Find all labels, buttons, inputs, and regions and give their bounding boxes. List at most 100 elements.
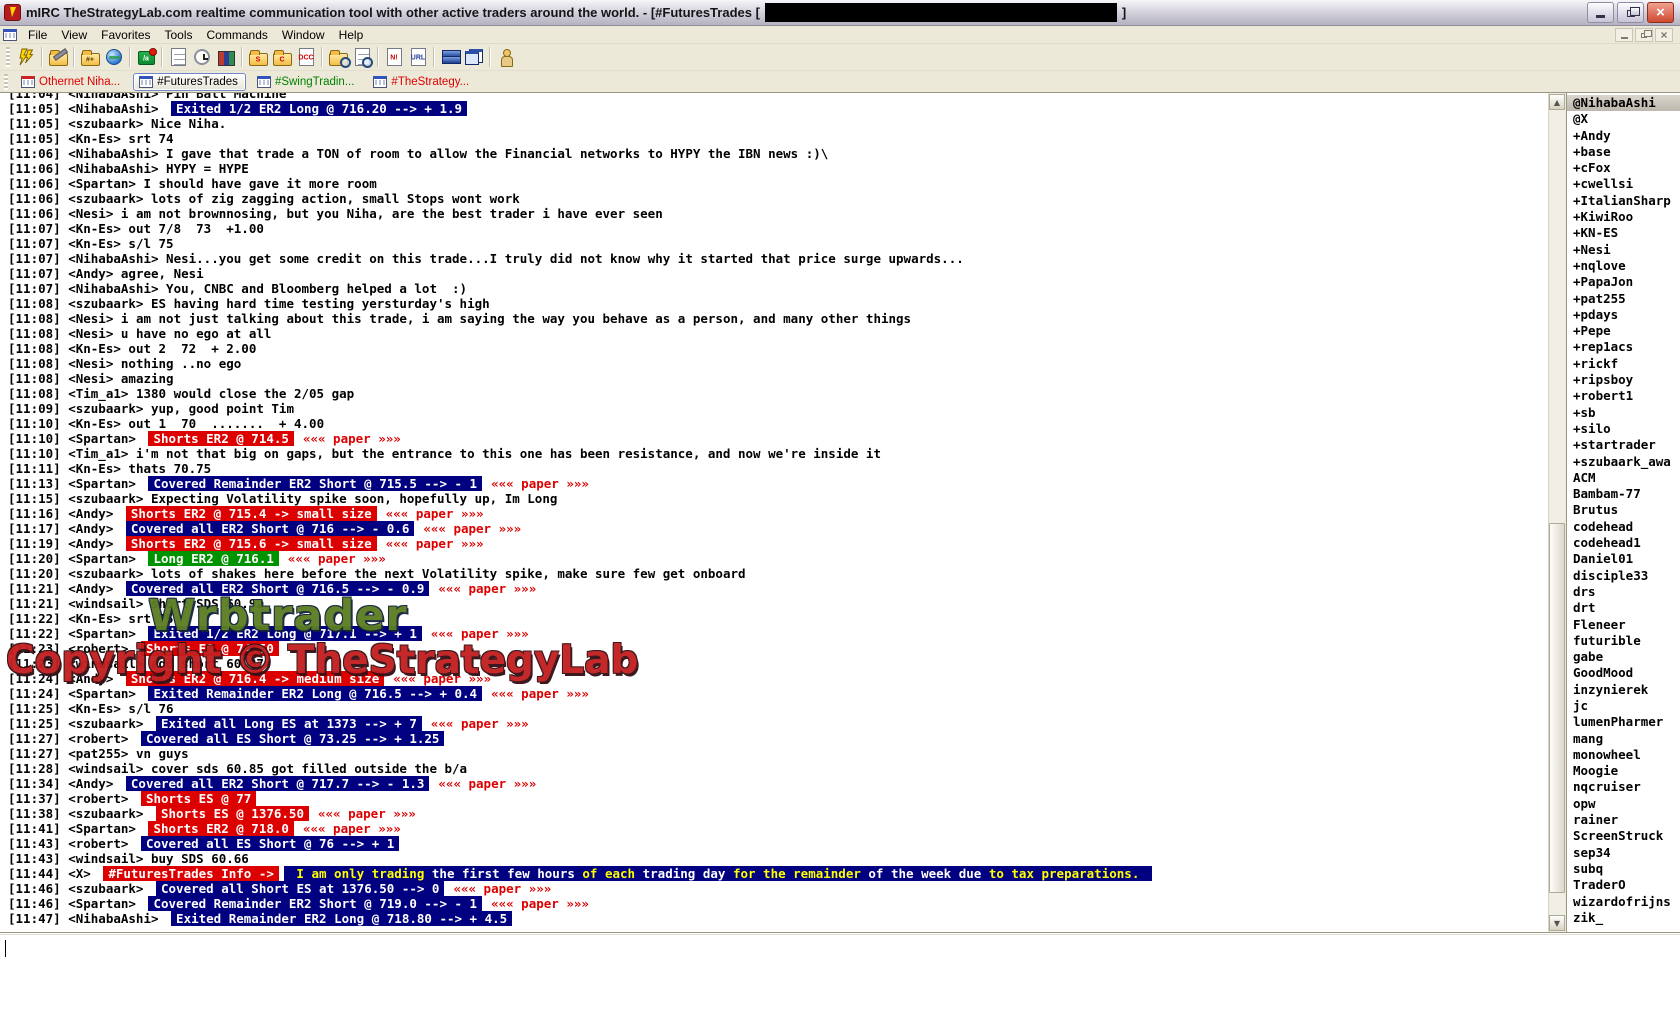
- nick--pdays[interactable]: +pdays: [1567, 307, 1680, 323]
- menu-commands[interactable]: Commands: [200, 27, 275, 43]
- nick--kn-es[interactable]: +KN-ES: [1567, 225, 1680, 241]
- menu-file[interactable]: File: [21, 27, 54, 43]
- nick-futurible[interactable]: futurible: [1567, 633, 1680, 649]
- nick--startrader[interactable]: +startrader: [1567, 437, 1680, 453]
- script-editor-icon: /a: [138, 51, 155, 65]
- nick-moogie[interactable]: Moogie: [1567, 763, 1680, 779]
- tile-windows-icon[interactable]: [462, 46, 486, 69]
- nick-opw[interactable]: opw: [1567, 796, 1680, 812]
- scroll-down-button[interactable]: ▼: [1549, 915, 1565, 931]
- toolbar-grip[interactable]: [6, 47, 10, 67]
- tile-windows-icon: [465, 49, 483, 65]
- cascade-windows-icon[interactable]: [438, 46, 462, 69]
- nick-list[interactable]: @NihabaAshi@X+Andy+base+cFox+cwellsi+Ita…: [1566, 93, 1680, 932]
- mdi-restore-button[interactable]: [1635, 28, 1653, 42]
- nick-rainer[interactable]: rainer: [1567, 812, 1680, 828]
- nick-gabe[interactable]: gabe: [1567, 649, 1680, 665]
- restore-button[interactable]: [1617, 2, 1644, 23]
- nick--ripsboy[interactable]: +ripsboy: [1567, 372, 1680, 388]
- nick--kiwiroo[interactable]: +KiwiRoo: [1567, 209, 1680, 225]
- nick-monowheel[interactable]: monowheel: [1567, 747, 1680, 763]
- mdi-minimize-button[interactable]: [1615, 28, 1633, 42]
- minimize-button[interactable]: [1587, 2, 1614, 23]
- options-icon[interactable]: [46, 46, 70, 69]
- nick-zik-[interactable]: zik_: [1567, 910, 1680, 926]
- nick-codehead[interactable]: codehead: [1567, 519, 1680, 535]
- tab-label: Othernet Niha...: [39, 76, 120, 88]
- nick-tradero[interactable]: TraderO: [1567, 877, 1680, 893]
- mdi-close-button[interactable]: ×: [1655, 28, 1673, 42]
- chat-scrollbar[interactable]: ▲ ▼: [1548, 93, 1565, 932]
- tab-futurestrades[interactable]: #FuturesTrades: [133, 73, 246, 91]
- nick-bambam-77[interactable]: Bambam-77: [1567, 486, 1680, 502]
- scrollbar-thumb[interactable]: [1549, 523, 1565, 893]
- tab-swingtradin[interactable]: #SwingTradin...: [251, 73, 362, 91]
- nick--nqlove[interactable]: +nqlove: [1567, 258, 1680, 274]
- nick-drt[interactable]: drt: [1567, 600, 1680, 616]
- notepad-icon[interactable]: [166, 46, 190, 69]
- nick--cfox[interactable]: +cFox: [1567, 160, 1680, 176]
- menu-view[interactable]: View: [54, 27, 94, 43]
- nick--rickf[interactable]: +rickf: [1567, 356, 1680, 372]
- send-folder-icon[interactable]: S: [246, 46, 270, 69]
- chat-folder-icon[interactable]: C: [270, 46, 294, 69]
- channel-folders-icon[interactable]: #+: [78, 46, 102, 69]
- nick-acm[interactable]: ACM: [1567, 470, 1680, 486]
- menu-window[interactable]: Window: [275, 27, 332, 43]
- nick--szubaark-awa[interactable]: +szubaark_awa: [1567, 454, 1680, 470]
- nick-daniel01[interactable]: Daniel01: [1567, 551, 1680, 567]
- nick--robert1[interactable]: +robert1: [1567, 388, 1680, 404]
- connect-icon[interactable]: [14, 46, 38, 69]
- nick--sb[interactable]: +sb: [1567, 405, 1680, 421]
- nick--andy[interactable]: +Andy: [1567, 128, 1680, 144]
- nick--pat255[interactable]: +pat255: [1567, 291, 1680, 307]
- chat-message: [11:08] <Nesi> u have no ego at all: [8, 326, 1152, 341]
- menu-tools[interactable]: Tools: [158, 27, 200, 43]
- dcc-icon[interactable]: DCC: [294, 46, 318, 69]
- away-icon[interactable]: [494, 46, 518, 69]
- switchbar-grip[interactable]: [4, 74, 8, 90]
- folder-search-icon[interactable]: [326, 46, 350, 69]
- nick-jc[interactable]: jc: [1567, 698, 1680, 714]
- nick--nihabaashi[interactable]: @NihabaAshi: [1567, 95, 1680, 111]
- timer-icon[interactable]: [190, 46, 214, 69]
- nick-disciple33[interactable]: disciple33: [1567, 568, 1680, 584]
- menu-favorites[interactable]: Favorites: [94, 27, 157, 43]
- url-list-icon[interactable]: URL: [406, 46, 430, 69]
- nick--cwellsi[interactable]: +cwellsi: [1567, 176, 1680, 192]
- message-text: out 2 72 + 2.00: [128, 341, 256, 356]
- nick--pepe[interactable]: +Pepe: [1567, 323, 1680, 339]
- nick-codehead1[interactable]: codehead1: [1567, 535, 1680, 551]
- nick-brutus[interactable]: Brutus: [1567, 502, 1680, 518]
- nick--italiansharp[interactable]: +ItalianSharp: [1567, 193, 1680, 209]
- find-text-icon[interactable]: [350, 46, 374, 69]
- news-icon[interactable]: N!: [382, 46, 406, 69]
- nick-sep34[interactable]: sep34: [1567, 845, 1680, 861]
- nick-inzynierek[interactable]: inzynierek: [1567, 682, 1680, 698]
- close-button[interactable]: ×: [1647, 2, 1674, 23]
- nick-drs[interactable]: drs: [1567, 584, 1680, 600]
- nick-subq[interactable]: subq: [1567, 861, 1680, 877]
- nick--base[interactable]: +base: [1567, 144, 1680, 160]
- address-book-icon[interactable]: [214, 46, 238, 69]
- tab-thestrategy[interactable]: #TheStrategy...: [367, 73, 477, 91]
- nick-nqcruiser[interactable]: nqcruiser: [1567, 779, 1680, 795]
- nick--papajon[interactable]: +PapaJon: [1567, 274, 1680, 290]
- nick-mang[interactable]: mang: [1567, 731, 1680, 747]
- nick-fleneer[interactable]: Fleneer: [1567, 617, 1680, 633]
- tab-othernet-niha[interactable]: Othernet Niha...: [15, 73, 128, 91]
- menu-help[interactable]: Help: [332, 27, 371, 43]
- nick-goodmood[interactable]: GoodMood: [1567, 665, 1680, 681]
- nick-lumenpharmer[interactable]: lumenPharmer: [1567, 714, 1680, 730]
- chat-log[interactable]: [11:04] <NihabaAshi> Pin Ball Machine[11…: [0, 93, 1548, 932]
- script-editor-icon[interactable]: /a: [134, 46, 158, 69]
- scroll-up-button[interactable]: ▲: [1549, 94, 1565, 110]
- nick-screenstruck[interactable]: ScreenStruck: [1567, 828, 1680, 844]
- nick--silo[interactable]: +silo: [1567, 421, 1680, 437]
- nick--nesi[interactable]: +Nesi: [1567, 242, 1680, 258]
- nick--rep1acs[interactable]: +rep1acs: [1567, 339, 1680, 355]
- message-input[interactable]: [0, 934, 1680, 1016]
- globe-icon[interactable]: [102, 46, 126, 69]
- nick-wizardofrijns[interactable]: wizardofrijns: [1567, 894, 1680, 910]
- nick--x[interactable]: @X: [1567, 111, 1680, 127]
